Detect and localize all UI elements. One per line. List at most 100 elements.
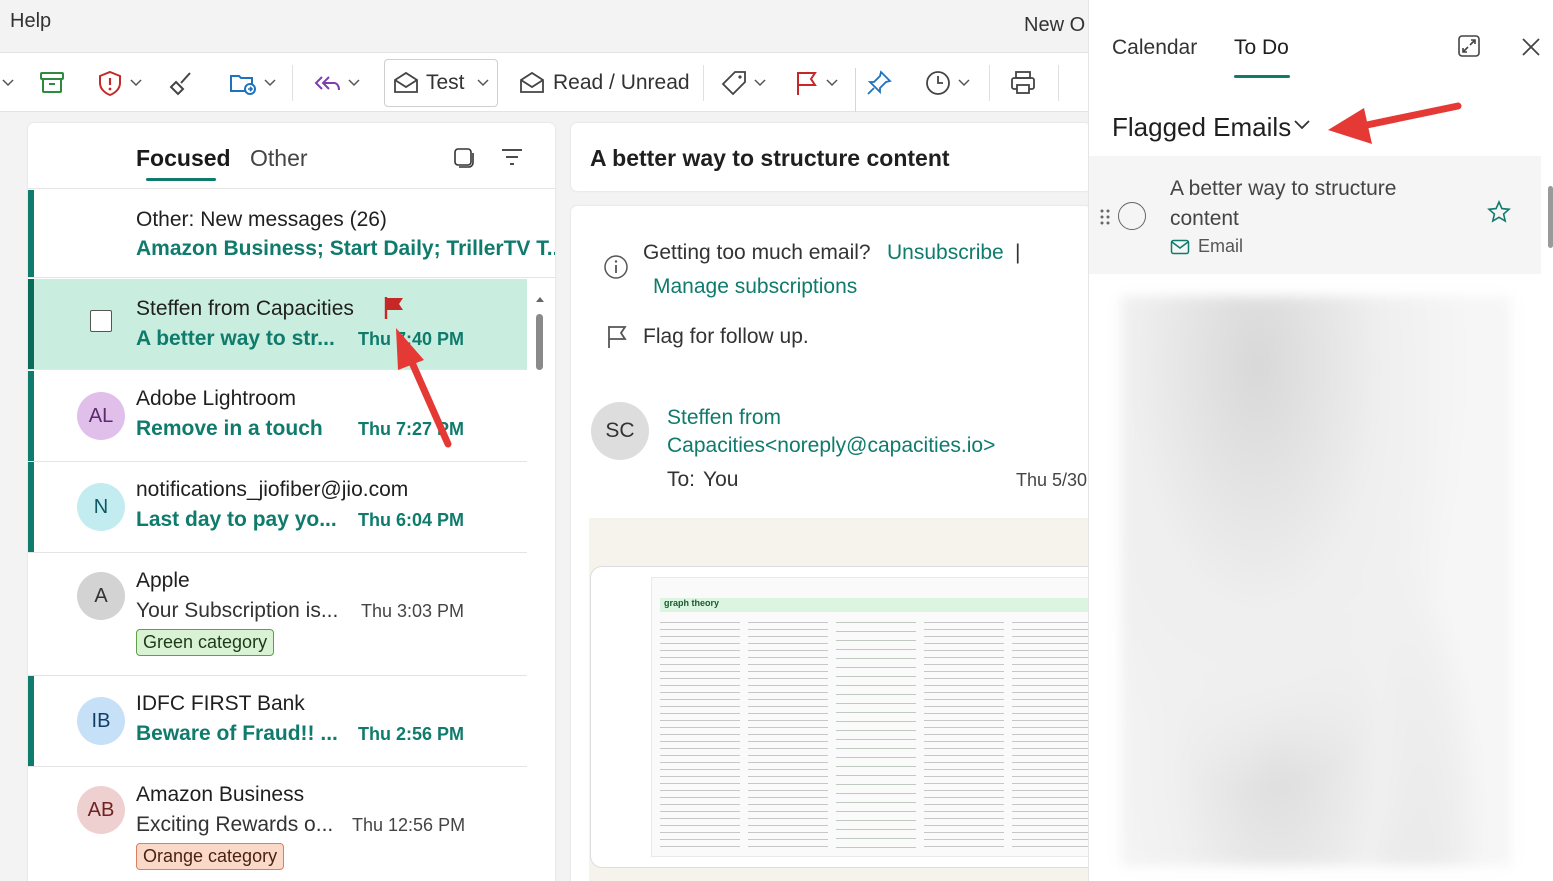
select-checkbox[interactable] [90,310,112,332]
message-time: Thu 7:40 PM [358,329,465,349]
message-time: Thu 7:27 PM [358,419,465,439]
message-sender: Adobe Lightroom [136,387,296,410]
task-source-label: Email [1198,236,1244,256]
unsubscribe-link[interactable]: Unsubscribe [887,241,1004,265]
sender-address[interactable]: Capacities<noreply@capacities.io> [667,434,995,458]
message-row[interactable]: A Apple Your Subscription is... Thu 3:03… [28,553,527,676]
message-row[interactable]: AB Amazon Business Exciting Rewards o...… [28,767,527,881]
message-subject: Last day to pay yo... [136,508,337,531]
category-tag[interactable]: Green category [136,629,275,656]
close-icon[interactable] [1520,36,1542,63]
other-notice-senders: Amazon Business; Start Daily; TrillerTV … [136,237,555,260]
message-subject: Your Subscription is... [136,599,339,622]
message-subject: Exciting Rewards o... [136,813,334,836]
task-meta: Email [1170,236,1243,257]
read-unread-button[interactable]: Read / Unread [553,53,690,113]
message-list-panel: Focused Other Other: New messages (26) A… [28,123,555,881]
sweep-icon[interactable] [168,53,196,113]
sender-avatar: SC [591,402,649,460]
preview-heading: graph theory [664,598,720,608]
message-time: Thu 6:04 PM [358,510,465,530]
tab-other[interactable]: Other [250,145,308,172]
avatar: A [77,572,125,620]
read-unread-icon[interactable] [518,53,546,113]
inbox-tabs: Focused Other [28,123,555,189]
ribbon-toolbar: Test Read / Unread [0,52,1090,112]
message-sender: Steffen from Capacities [136,297,354,320]
category-tag[interactable]: Orange category [136,843,285,870]
test-quickstep-label: Test [426,71,465,94]
archive-icon[interactable] [38,53,66,113]
flag-icon[interactable] [794,53,838,113]
tab-focused-indicator [146,178,216,181]
flag-followup-text: Flag for follow up. [643,325,809,348]
drag-handle-icon[interactable] [1099,208,1111,231]
chevron-down-icon[interactable] [1293,118,1311,136]
tab-calendar[interactable]: Calendar [1112,36,1197,60]
flagged-task-item[interactable]: A better way to structure content Email [1089,156,1541,274]
flagged-emails-title[interactable]: Flagged Emails [1112,112,1291,143]
avatar: AL [77,392,125,440]
flag-icon[interactable] [382,295,406,326]
tab-focused[interactable]: Focused [136,145,231,172]
message-time: Thu 2:56 PM [358,724,465,744]
message-time: Thu 12:56 PM [352,815,466,835]
complete-task-checkbox[interactable] [1118,202,1146,230]
other-inbox-notice[interactable]: Other: New messages (26) Amazon Business… [28,190,555,278]
email-subject-title: A better way to structure content [590,145,950,171]
link-separator: | [1015,241,1021,264]
report-icon[interactable] [96,53,142,113]
tag-icon[interactable] [720,53,766,113]
message-subject: Beware of Fraud!! ... [136,722,338,745]
message-row[interactable]: IB IDFC FIRST Bank Beware of Fraud!! ...… [28,676,527,767]
info-icon [603,254,629,285]
star-icon[interactable] [1487,200,1511,229]
help-menu[interactable]: Help [10,10,51,33]
test-quickstep-icon [392,53,420,113]
expand-icon[interactable] [1457,34,1481,63]
scroll-up-icon[interactable] [535,290,545,308]
tab-todo-indicator [1234,75,1290,78]
reading-header: A better way to structure content [571,123,1091,191]
tab-todo[interactable]: To Do [1234,36,1289,60]
pin-icon[interactable] [865,53,893,113]
manage-subscriptions-link[interactable]: Manage subscriptions [653,275,857,299]
email-date: Thu 5/30 [1016,470,1088,490]
message-sender: Amazon Business [136,783,305,806]
scrollbar-thumb[interactable] [1548,186,1553,248]
mail-icon [1170,239,1190,254]
message-sender: notifications_jiofiber@jio.com [136,478,409,501]
avatar: N [77,483,125,531]
move-icon[interactable] [228,53,276,113]
message-sender: IDFC FIRST Bank [136,692,305,715]
filter-icon[interactable] [500,147,524,172]
subscription-notice: Getting too much email? [643,241,871,264]
email-preview-image: graph theory [590,566,1091,868]
other-notice-title: Other: New messages (26) [136,208,387,231]
reply-all-icon[interactable] [312,53,360,113]
avatar: IB [77,697,125,745]
scrollbar-thumb[interactable] [536,314,543,370]
new-outlook-label[interactable]: New O [1024,14,1085,37]
to-label: To: [667,468,696,491]
blurred-task-list [1121,296,1511,866]
chevron-down-icon[interactable] [2,53,14,113]
avatar: AB [77,786,125,834]
sender-name[interactable]: Steffen from [667,406,781,430]
reading-pane: Getting too much email? Unsubscribe | Ma… [571,206,1091,881]
message-row[interactable]: N notifications_jiofiber@jio.com Last da… [28,462,527,553]
chevron-down-icon[interactable] [477,53,489,113]
select-mode-icon[interactable] [452,146,476,175]
snooze-icon[interactable] [924,53,970,113]
task-title[interactable]: A better way to structure content [1170,174,1470,234]
message-subject: Remove in a touch [136,417,323,440]
print-icon[interactable] [1009,53,1037,113]
message-sender: Apple [136,569,190,592]
to-recipient[interactable]: You [703,468,738,492]
message-row[interactable]: Steffen from Capacities A better way to … [28,279,527,370]
message-row[interactable]: AL Adobe Lightroom Remove in a touch Thu… [28,371,527,462]
message-subject: A better way to str... [136,327,335,350]
flag-outline-icon [605,324,629,355]
todo-side-panel: Calendar To Do Flagged Emails A better w… [1088,0,1553,881]
message-time: Thu 3:03 PM [361,601,465,621]
